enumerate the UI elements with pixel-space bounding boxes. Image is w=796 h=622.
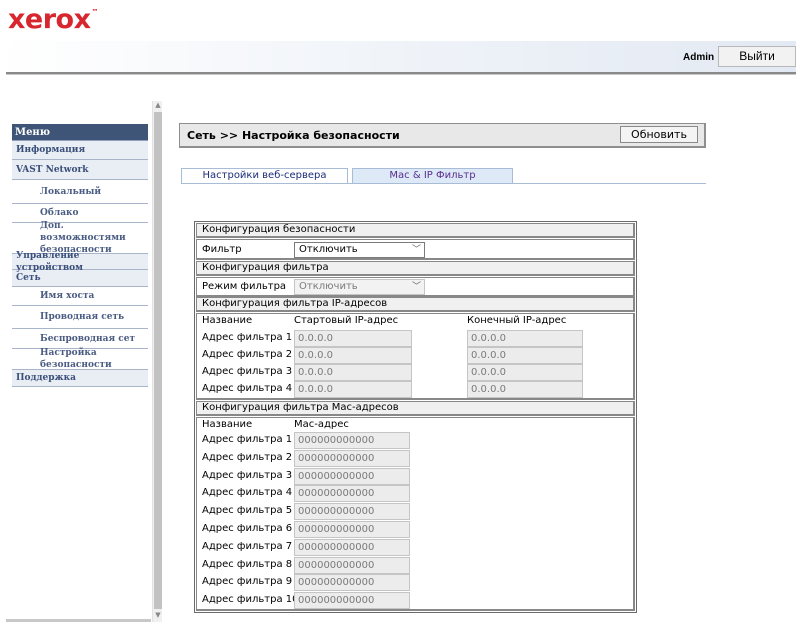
filter-config-header: Конфигурация фильтра (196, 261, 635, 276)
filter-select[interactable]: Отключить ﹀ (294, 242, 425, 258)
xerox-logo: xerox™ (8, 4, 99, 35)
scroll-down-icon[interactable]: ▼ (154, 611, 162, 619)
chevron-down-icon: ﹀ (411, 245, 421, 255)
mac-address-input[interactable]: 000000000000 (294, 521, 410, 538)
tab-underline (181, 183, 706, 184)
ip-filter-header: Конфигурация фильтра IP-адресов (196, 297, 635, 312)
ip-col-start: Стартовый IP-адрес (294, 315, 399, 326)
ip-start-input[interactable]: 0.0.0.0 (294, 347, 412, 364)
mac-filter-row-label: Адрес фильтра 10 (202, 594, 299, 606)
mac-address-input[interactable]: 000000000000 (294, 485, 410, 503)
mac-col-name: Название (202, 419, 253, 430)
mac-filter-row-label: Адрес фильтра 1 (202, 434, 293, 445)
sidebar-menu-header: Меню (12, 124, 148, 141)
ip-filter-row-label: Адрес фильтра 2 (202, 349, 293, 360)
filter-settings-panel: Конфигурация безопасности Фильтр Отключи… (194, 221, 637, 613)
chevron-down-icon: ﹀ (411, 282, 421, 292)
ip-start-input[interactable]: 0.0.0.0 (294, 364, 412, 381)
ip-start-input[interactable]: 0.0.0.0 (294, 381, 412, 398)
mac-filter-row-label: Адрес фильтра 6 (202, 523, 293, 534)
header-band (0, 41, 796, 72)
ip-start-input[interactable]: 0.0.0.0 (294, 330, 412, 347)
mac-address-input[interactable]: 000000000000 (294, 467, 410, 485)
mac-address-input[interactable]: 000000000000 (294, 449, 410, 467)
mac-address-input[interactable]: 000000000000 (294, 538, 410, 556)
logout-button[interactable]: Выйти (718, 46, 796, 67)
filter-mode-select[interactable]: Отключить ﹀ (294, 279, 425, 295)
mac-filter-row-label: Адрес фильтра 4 (202, 487, 293, 499)
sidebar-scrollbar[interactable]: ▲ ▼ (152, 101, 162, 622)
sidebar-item-поддержка[interactable]: Поддержка (12, 370, 148, 387)
mac-address-input[interactable]: 000000000000 (294, 592, 410, 610)
user-name: Admin (683, 52, 715, 63)
sidebar: Меню Информация VAST Network Локальный Обла… (12, 124, 148, 387)
ip-end-input[interactable]: 0.0.0.0 (467, 330, 583, 347)
mac-col-mac: Mac-адрес (294, 419, 349, 430)
filter-label: Фильтр (202, 244, 242, 255)
filter-mode-value: Отключить (299, 281, 358, 292)
security-config-row: Фильтр Отключить ﹀ (196, 239, 635, 260)
ip-col-end: Конечный IP-адрес (467, 315, 567, 326)
sidebar-item-локальный[interactable]: Локальный (12, 180, 148, 204)
refresh-button[interactable]: Обновить (620, 126, 698, 143)
sidebar-item-проводная-сеть[interactable]: Проводная сеть (12, 306, 148, 329)
sidebar-item-беспроводная-сет[interactable]: Беспроводная сет (12, 329, 148, 349)
filter-mode-label: Режим фильтра (202, 281, 287, 292)
mac-address-input[interactable]: 000000000000 (294, 432, 410, 449)
sidebar-item-управление-устройством[interactable]: Управление устройством (12, 251, 148, 273)
tab-web-server-settings[interactable]: Настройки веб-сервера (181, 168, 348, 183)
ip-filter-row-label: Адрес фильтра 1 (202, 332, 293, 343)
sidebar-scroll-thumb[interactable] (154, 112, 162, 609)
security-config-header: Конфигурация безопасности (196, 223, 635, 238)
mac-filter-row-label: Адрес фильтра 5 (202, 505, 293, 517)
mac-filter-row-label: Адрес фильтра 2 (202, 451, 293, 463)
page-title: Сеть >> Настройка безопасности (187, 129, 400, 142)
mac-filter-row-label: Адрес фильтра 7 (202, 540, 293, 552)
page-title-bar: Сеть >> Настройка безопасности Обновить (179, 123, 706, 148)
filter-config-row: Режим фильтра Отключить ﹀ (196, 277, 635, 297)
sidebar-item-vast-network[interactable]: VAST Network (12, 160, 148, 180)
mac-filter-table: Название Mac-адрес Адрес фильтра 1 000000… (196, 417, 635, 611)
mac-address-input[interactable]: 000000000000 (294, 556, 410, 574)
page-root: xerox™ Admin Выйти ▲ ▼ Меню Информация VA… (0, 0, 796, 622)
ip-filter-row-label: Адрес фильтра 3 (202, 366, 293, 377)
sidebar-item-настройка-безопасности[interactable]: Настройка безопасности (12, 348, 148, 370)
sidebar-item-имя-хоста[interactable]: Имя хоста (12, 287, 148, 306)
sidebar-item-информация[interactable]: Информация (12, 141, 148, 160)
mac-filter-row-label: Адрес фильтра 8 (202, 558, 293, 570)
mac-filter-header: Конфигурация фильтра Mac-адресов (196, 401, 635, 416)
ip-filter-table: Название Стартовый IP-адрес Конечный IP-… (196, 313, 635, 400)
mac-filter-row-label: Адрес фильтра 9 (202, 576, 293, 588)
ip-end-input[interactable]: 0.0.0.0 (467, 364, 583, 381)
ip-filter-row-label: Адрес фильтра 4 (202, 383, 293, 394)
ip-end-input[interactable]: 0.0.0.0 (467, 381, 583, 398)
mac-address-input[interactable]: 000000000000 (294, 574, 410, 592)
ip-end-input[interactable]: 0.0.0.0 (467, 347, 583, 364)
scroll-up-icon[interactable]: ▲ (154, 101, 162, 109)
tab-mac-ip-filter[interactable]: Mac & IP Фильтр (352, 168, 513, 183)
mac-filter-row-label: Адрес фильтра 3 (202, 469, 293, 481)
header-divider (6, 72, 796, 75)
ip-col-name: Название (202, 315, 253, 326)
mac-address-input[interactable]: 000000000000 (294, 503, 410, 521)
filter-select-value: Отключить (299, 244, 358, 255)
